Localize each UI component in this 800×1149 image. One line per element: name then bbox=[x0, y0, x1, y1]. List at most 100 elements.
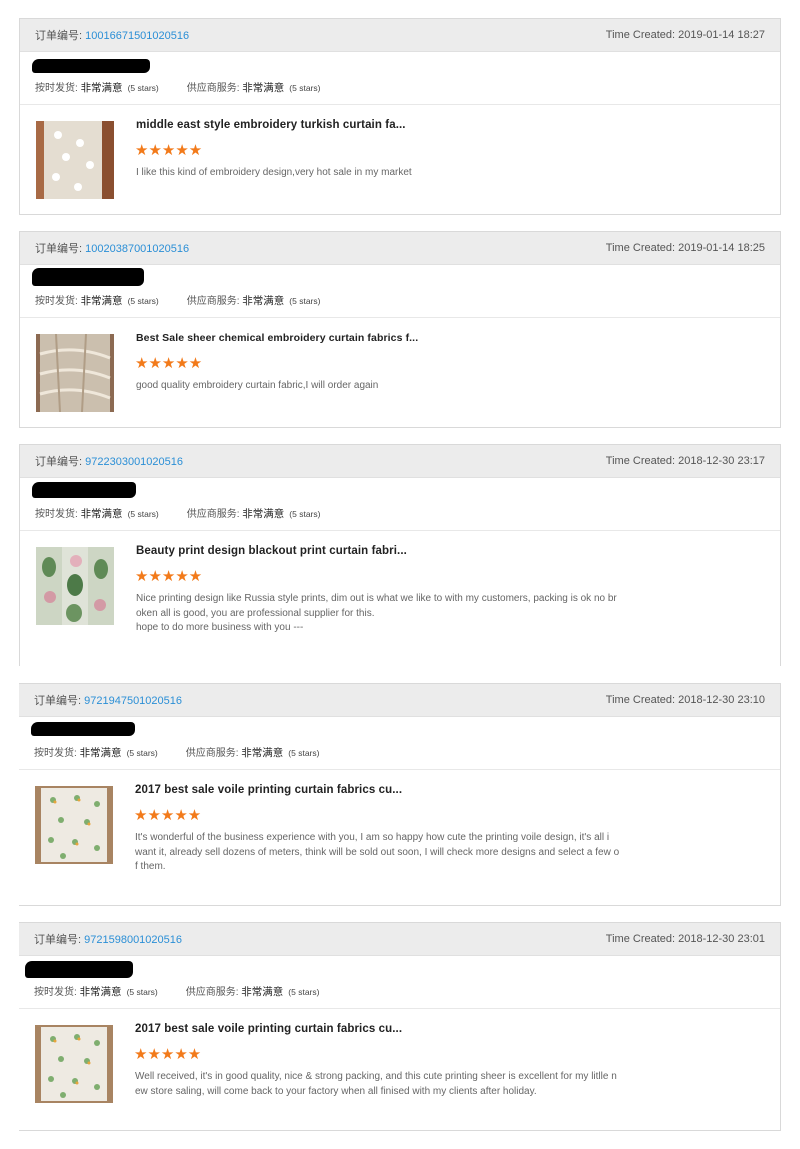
time-created-label: Time Created: bbox=[605, 29, 679, 41]
buyer-section: 按时发货: 非常满意 (5 stars) 供应商服务: 非常满意 (5 stars) bbox=[19, 956, 780, 1009]
order-number: 订单编号: 9721947501020516 bbox=[34, 692, 182, 708]
ontime-rating: 非常满意 bbox=[80, 82, 123, 94]
order-number-label: 订单编号: bbox=[35, 243, 86, 255]
review-line: want it, already sell dozens of meters, … bbox=[135, 846, 620, 858]
order-id-link[interactable]: 9721598001020516 bbox=[84, 934, 182, 946]
product-thumbnail[interactable] bbox=[35, 786, 113, 864]
review-text: Well received, it's in good quality, nic… bbox=[135, 1070, 650, 1099]
supplier-stars-text: (5 stars) bbox=[289, 296, 321, 306]
seller-ratings: 按时发货: 非常满意 (5 stars) 供应商服务: 非常满意 (5 stars) bbox=[35, 79, 320, 95]
supplier-stars-text: (5 stars) bbox=[288, 748, 320, 758]
buyer-section: 按时发货: 非常满意 (5 stars) 供应商服务: 非常满意 (5 stars) bbox=[20, 478, 780, 531]
order-card: 订单编号: 9722303001020516 Time Created: 201… bbox=[19, 444, 781, 666]
time-created: Time Created: 2018-12-30 23:01 bbox=[606, 933, 765, 945]
supplier-label: 供应商服务: bbox=[186, 83, 243, 94]
supplier-rating: 非常满意 bbox=[242, 508, 285, 520]
rating-stars-icon: ★★★★★ bbox=[134, 807, 202, 824]
product-title-link[interactable]: Beauty print design blackout print curta… bbox=[136, 545, 407, 557]
product-title-link[interactable]: middle east style embroidery turkish cur… bbox=[136, 119, 406, 131]
time-created-label: Time Created: bbox=[605, 242, 679, 254]
ontime-stars-text: (5 stars) bbox=[126, 987, 158, 997]
review-line: It's wonderful of the business experienc… bbox=[135, 832, 610, 843]
ontime-label: 按时发货: bbox=[34, 987, 80, 998]
product-thumbnail[interactable] bbox=[35, 1025, 113, 1103]
time-created: Time Created: 2019-01-14 18:25 bbox=[606, 242, 765, 254]
order-number-label: 订单编号: bbox=[35, 30, 86, 42]
ontime-stars-text: (5 stars) bbox=[127, 296, 159, 306]
review-line: f them. bbox=[135, 861, 166, 872]
review-line: good quality embroidery curtain fabric,I… bbox=[136, 380, 379, 391]
product-thumbnail[interactable] bbox=[36, 121, 114, 199]
ontime-rating: 非常满意 bbox=[80, 508, 123, 520]
supplier-label: 供应商服务: bbox=[186, 296, 243, 307]
order-header: 订单编号: 10020387001020516 Time Created: 20… bbox=[20, 232, 780, 265]
seller-ratings: 按时发货: 非常满意 (5 stars) 供应商服务: 非常满意 (5 stars) bbox=[35, 505, 320, 521]
supplier-label: 供应商服务: bbox=[185, 748, 242, 759]
order-card: 订单编号: 10016671501020516 Time Created: 20… bbox=[19, 18, 781, 215]
ontime-label: 按时发货: bbox=[35, 509, 81, 520]
time-created-value: 2019-01-14 18:27 bbox=[678, 29, 765, 41]
redacted-buyer-name bbox=[31, 722, 135, 736]
ontime-rating: 非常满意 bbox=[80, 295, 123, 307]
ontime-label: 按时发货: bbox=[35, 296, 81, 307]
review-text: Nice printing design like Russia style p… bbox=[136, 592, 651, 636]
redacted-buyer-name bbox=[25, 961, 133, 978]
order-id-link[interactable]: 10020387001020516 bbox=[85, 243, 189, 255]
buyer-section: 按时发货: 非常满意 (5 stars) 供应商服务: 非常满意 (5 stars) bbox=[19, 717, 780, 770]
review-text: It's wonderful of the business experienc… bbox=[135, 831, 650, 875]
order-header: 订单编号: 10016671501020516 Time Created: 20… bbox=[20, 19, 780, 52]
time-created-label: Time Created: bbox=[605, 455, 679, 467]
order-id-link[interactable]: 10016671501020516 bbox=[85, 30, 189, 42]
supplier-rating: 非常满意 bbox=[241, 986, 284, 998]
order-id-link[interactable]: 9722303001020516 bbox=[85, 456, 183, 468]
ontime-rating: 非常满意 bbox=[79, 747, 122, 759]
review-line: ew store saling, will come back to your … bbox=[135, 1085, 537, 1097]
order-number-label: 订单编号: bbox=[34, 934, 85, 946]
product-thumbnail[interactable] bbox=[36, 547, 114, 625]
seller-ratings: 按时发货: 非常满意 (5 stars) 供应商服务: 非常满意 (5 stars) bbox=[35, 292, 320, 308]
time-created-label: Time Created: bbox=[605, 933, 679, 945]
order-number: 订单编号: 10016671501020516 bbox=[35, 27, 189, 43]
supplier-rating: 非常满意 bbox=[242, 82, 285, 94]
redacted-buyer-name bbox=[32, 482, 136, 498]
order-header: 订单编号: 9722303001020516 Time Created: 201… bbox=[20, 445, 780, 478]
review-line: Nice printing design like Russia style p… bbox=[136, 593, 617, 604]
order-number-label: 订单编号: bbox=[35, 456, 86, 468]
ontime-stars-text: (5 stars) bbox=[127, 509, 159, 519]
seller-ratings: 按时发货: 非常满意 (5 stars) 供应商服务: 非常满意 (5 stars) bbox=[34, 744, 319, 760]
seller-ratings: 按时发货: 非常满意 (5 stars) 供应商服务: 非常满意 (5 stars) bbox=[34, 983, 319, 999]
supplier-stars-text: (5 stars) bbox=[289, 83, 321, 93]
product-title-link[interactable]: 2017 best sale voile printing curtain fa… bbox=[135, 784, 402, 796]
order-number: 订单编号: 10020387001020516 bbox=[35, 240, 189, 256]
time-created-value: 2019-01-14 18:25 bbox=[678, 242, 765, 254]
order-header: 订单编号: 9721947501020516 Time Created: 201… bbox=[19, 684, 780, 717]
ontime-label: 按时发货: bbox=[34, 748, 80, 759]
supplier-stars-text: (5 stars) bbox=[288, 987, 320, 997]
supplier-rating: 非常满意 bbox=[241, 747, 284, 759]
order-number-label: 订单编号: bbox=[34, 695, 85, 707]
order-header: 订单编号: 9721598001020516 Time Created: 201… bbox=[19, 923, 780, 956]
time-created: Time Created: 2019-01-14 18:27 bbox=[606, 29, 765, 41]
buyer-section: 按时发货: 非常满意 (5 stars) 供应商服务: 非常满意 (5 stars) bbox=[20, 265, 780, 318]
order-card: 订单编号: 9721947501020516 Time Created: 201… bbox=[19, 683, 781, 906]
order-number: 订单编号: 9721598001020516 bbox=[34, 931, 182, 947]
redacted-buyer-name bbox=[32, 59, 150, 73]
review-line: Well received, it's in good quality, nic… bbox=[135, 1071, 617, 1082]
product-title-link[interactable]: Best Sale sheer chemical embroidery curt… bbox=[136, 332, 418, 344]
supplier-label: 供应商服务: bbox=[185, 987, 242, 998]
product-thumbnail[interactable] bbox=[36, 334, 114, 412]
supplier-label: 供应商服务: bbox=[186, 509, 243, 520]
time-created-label: Time Created: bbox=[605, 694, 679, 706]
supplier-rating: 非常满意 bbox=[242, 295, 285, 307]
review-line: hope to do more business with you --- bbox=[136, 622, 304, 633]
order-id-link[interactable]: 9721947501020516 bbox=[84, 695, 182, 707]
rating-stars-icon: ★★★★★ bbox=[134, 1046, 202, 1063]
order-number: 订单编号: 9722303001020516 bbox=[35, 453, 183, 469]
redacted-buyer-name bbox=[32, 268, 144, 286]
time-created-value: 2018-12-30 23:17 bbox=[678, 455, 765, 467]
ontime-stars-text: (5 stars) bbox=[127, 83, 159, 93]
product-title-link[interactable]: 2017 best sale voile printing curtain fa… bbox=[135, 1023, 402, 1035]
supplier-stars-text: (5 stars) bbox=[289, 509, 321, 519]
review-text: good quality embroidery curtain fabric,I… bbox=[136, 379, 651, 394]
order-card: 订单编号: 9721598001020516 Time Created: 201… bbox=[19, 922, 781, 1131]
